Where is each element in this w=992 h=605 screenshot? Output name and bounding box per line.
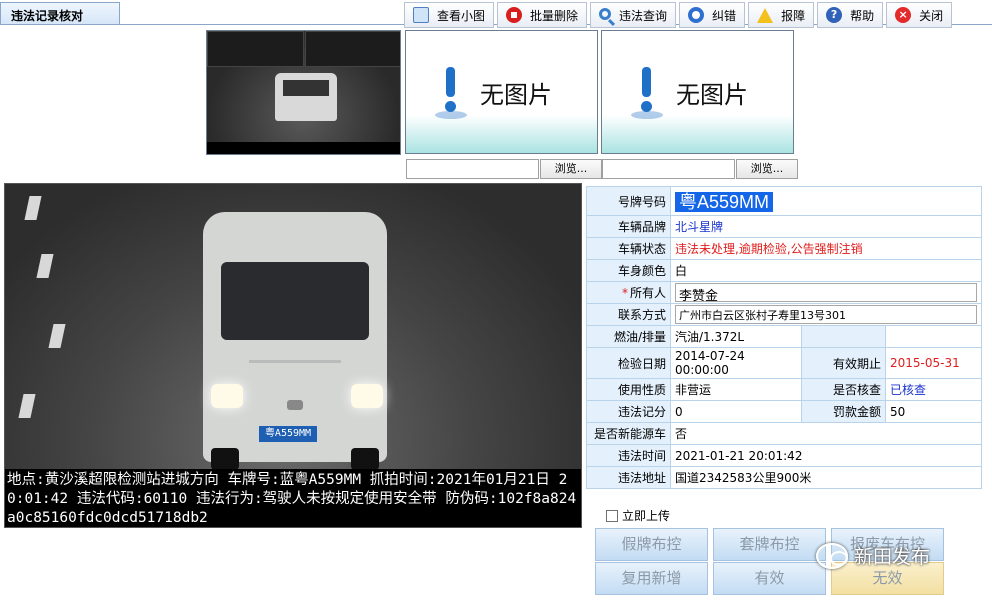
headlight (211, 384, 243, 408)
fuel-label: 燃油/排量 (586, 325, 671, 348)
view-thumbnail-button[interactable]: 查看小图 (404, 2, 495, 28)
owner-label-cell: * 所有人 (586, 281, 671, 304)
inspect-date-value: 2014-07-24 00:00:00 (670, 347, 802, 379)
brand-value: 北斗星牌 (670, 215, 982, 238)
headlight (351, 384, 383, 408)
help-icon: ? (826, 7, 843, 23)
copy-add-button[interactable]: 复用新增 (595, 562, 708, 595)
photo-caption: 地点:黄沙溪超限检测站进城方向 车牌号:蓝粤A559MM 抓拍时间:2021年0… (5, 469, 581, 527)
plate-value[interactable]: 粤A559MM (675, 192, 774, 212)
browse-button[interactable]: 浏览... (540, 159, 602, 179)
thumbnail-caption-bar (207, 142, 400, 154)
report-fault-label: 报障 (781, 8, 806, 23)
mini-frame-right (305, 31, 400, 67)
upload-now-label: 立即上传 (622, 509, 671, 523)
wechat-icon (816, 542, 848, 569)
new-energy-label: 是否新能源车 (586, 422, 671, 445)
toolbar: 查看小图 批量删除 违法查询 纠错 报障 ? 帮助 × 关闭 (404, 2, 953, 30)
warning-icon (757, 7, 774, 23)
watermark: 新田发布 (816, 542, 930, 569)
image-view-icon (413, 7, 429, 23)
delete-icon (506, 7, 523, 23)
status-value: 违法未处理,逾期检验,公告强制注销 (670, 237, 982, 260)
fuel-empty-value (885, 325, 982, 348)
violation-time-value: 2021-01-21 20:01:42 (670, 444, 982, 467)
thumbnail-slot-3[interactable]: 无图片 (601, 30, 794, 154)
valid-until-label: 有效期止 (801, 347, 886, 379)
exclamation-icon (627, 67, 667, 125)
vehicle: 粤A559MM (203, 212, 387, 470)
color-label: 车身颜色 (586, 259, 671, 282)
cloned-plate-control-button[interactable]: 套牌布控 (713, 528, 826, 561)
no-image-text: 无图片 (480, 81, 552, 109)
correct-label: 纠错 (712, 8, 737, 23)
batch-delete-button[interactable]: 批量删除 (497, 2, 588, 28)
file-path-input[interactable] (406, 159, 539, 179)
app-window: 违法记录核对 查看小图 批量删除 违法查询 纠错 报障 ? 帮助 × 关闭 无图… (0, 0, 992, 605)
owner-label: 所有人 (629, 286, 666, 300)
contact-label: 联系方式 (586, 303, 671, 326)
help-label: 帮助 (850, 8, 875, 23)
help-button[interactable]: ? 帮助 (817, 2, 884, 28)
status-label: 车辆状态 (586, 237, 671, 260)
brand-label: 车辆品牌 (586, 215, 671, 238)
verified-label: 是否核查 (801, 378, 886, 401)
search-icon (599, 7, 612, 20)
violation-query-button[interactable]: 违法查询 (590, 2, 677, 28)
upload-now-checkbox[interactable] (606, 509, 618, 522)
capture-photo[interactable]: 粤A559MM 地点:黄沙溪超限检测站进城方向 车牌号:蓝粤A559MM 抓拍时… (4, 183, 582, 528)
points-value: 0 (670, 400, 802, 423)
upload-now-row[interactable]: 立即上传 (606, 507, 670, 524)
violation-time-label: 违法时间 (586, 444, 671, 467)
file-path-input[interactable] (602, 159, 735, 179)
fuel-empty-label (801, 325, 886, 348)
fake-plate-control-button[interactable]: 假牌布控 (595, 528, 708, 561)
thumbnail-slot-2[interactable]: 无图片 (405, 30, 598, 154)
tab-violation-check[interactable]: 违法记录核对 (0, 2, 120, 24)
valid-button[interactable]: 有效 (713, 562, 826, 595)
contact-input[interactable]: 广州市白云区张村子寿里13号301 (675, 305, 977, 324)
close-icon: × (895, 7, 912, 23)
vehicle-info-table: 号牌号码 粤A559MM 车辆品牌 北斗星牌 车辆状态 违法未处理,逾期检验,公… (586, 186, 982, 489)
thumbnail-photo-1[interactable] (206, 30, 401, 155)
owner-input[interactable]: 李赞金 (675, 283, 977, 304)
batch-delete-label: 批量删除 (530, 8, 579, 23)
undo-icon (688, 7, 705, 23)
browse-button[interactable]: 浏览... (736, 159, 798, 179)
no-image-text: 无图片 (676, 81, 748, 109)
license-plate: 粤A559MM (259, 426, 317, 442)
color-value: 白 (670, 259, 982, 282)
points-label: 违法记分 (586, 400, 671, 423)
required-mark: * (621, 286, 628, 300)
plate-label: 号牌号码 (586, 186, 671, 216)
browse-row-3: 浏览... (602, 159, 798, 179)
verified-value: 已核查 (885, 378, 982, 401)
usage-label: 使用性质 (586, 378, 671, 401)
violation-address-value: 国道2342583公里900米 (670, 466, 982, 489)
fuel-value: 汽油/1.372L (670, 325, 802, 348)
windshield (221, 262, 369, 340)
violation-query-label: 违法查询 (619, 8, 668, 23)
view-thumbnail-label: 查看小图 (437, 8, 486, 23)
new-energy-value: 否 (670, 422, 982, 445)
thumbnail-photo-image (207, 31, 400, 154)
close-button[interactable]: × 关闭 (886, 2, 953, 28)
thumbnail-car (275, 73, 337, 121)
inspect-date-label: 检验日期 (586, 347, 671, 379)
browse-row-2: 浏览... (406, 159, 602, 179)
close-label: 关闭 (919, 8, 944, 23)
report-fault-button[interactable]: 报障 (748, 2, 815, 28)
fine-label: 罚款金额 (801, 400, 886, 423)
usage-value: 非营运 (670, 378, 802, 401)
watermark-text: 新田发布 (854, 546, 931, 568)
exclamation-icon (431, 67, 471, 125)
mini-frame-left (207, 31, 304, 67)
violation-address-label: 违法地址 (586, 466, 671, 489)
correct-button[interactable]: 纠错 (679, 2, 746, 28)
fine-value: 50 (885, 400, 982, 423)
valid-until-value: 2015-05-31 (885, 347, 982, 379)
